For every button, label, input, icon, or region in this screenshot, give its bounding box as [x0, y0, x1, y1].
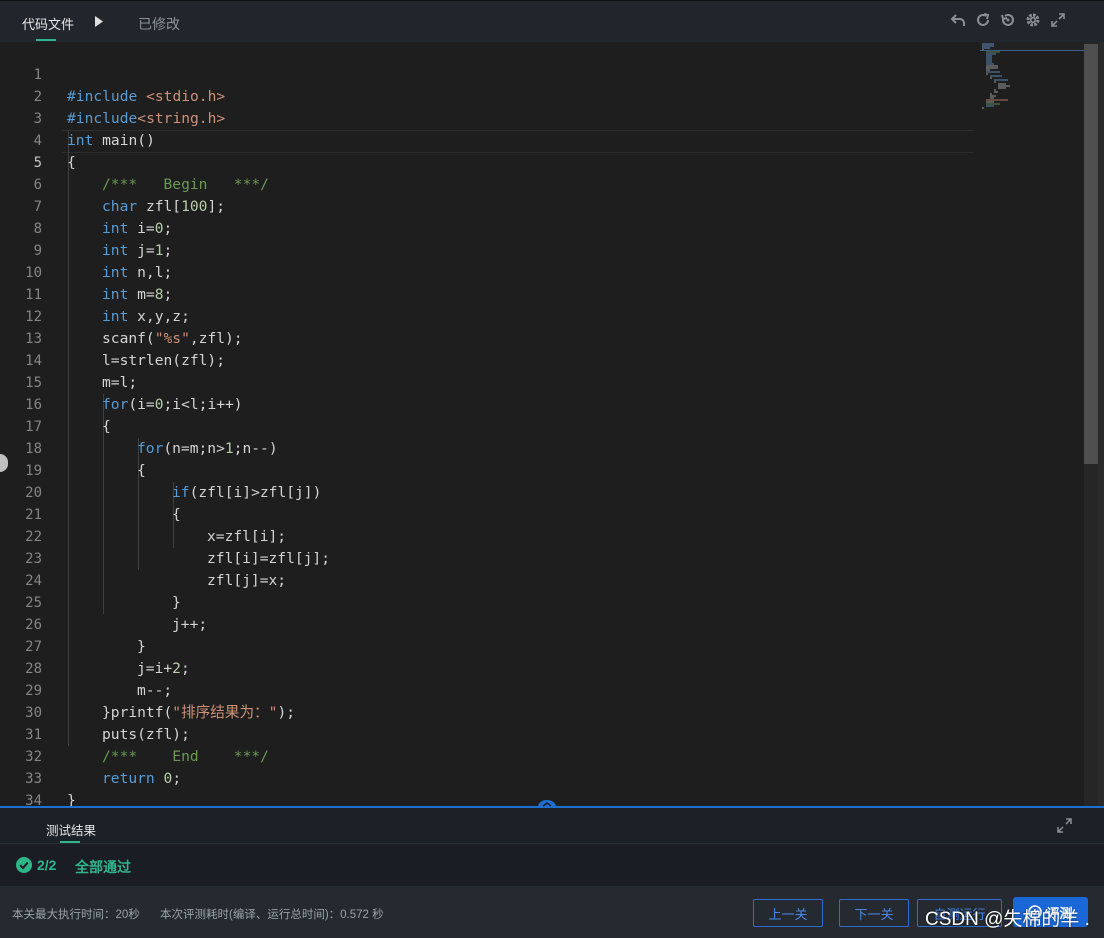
code-line: 4 { [0, 108, 980, 171]
pass-count: 2/2 [37, 857, 57, 873]
pass-status: 全部通过 [75, 859, 131, 875]
code-line: 16 { [0, 372, 980, 435]
code-line: 13 l=strlen(zfl); [0, 306, 980, 369]
max-time-label: 本关最大执行时间：20秒 [12, 909, 140, 921]
fullscreen-icon[interactable] [1050, 12, 1066, 28]
modified-status: 已修改 [138, 16, 180, 32]
undo-icon[interactable] [950, 12, 966, 28]
expand-icon[interactable] [1057, 818, 1072, 833]
code-line: 12 scanf("%s",zfl); [0, 284, 980, 347]
code-line: 10 int m=8; [0, 240, 980, 303]
code-line: 9 int n,l; [0, 218, 980, 281]
code-line: 21 x=zfl[i]; [0, 482, 980, 545]
active-tab-indicator [36, 39, 56, 41]
code-line: 33 } [0, 746, 980, 808]
tab-code-file[interactable]: 代码文件 [22, 14, 74, 33]
code-line: 1 #include <stdio.h> [0, 42, 980, 105]
results-summary: 2/2 全部通过 [0, 844, 1104, 886]
code-line: 11 int x,y,z; [0, 262, 980, 325]
gear-icon[interactable] [1025, 12, 1041, 28]
csdn-watermark: CSDN @失棉的羊 . [925, 909, 1090, 930]
editor-edge [1098, 42, 1104, 808]
code-line: 20 { [0, 460, 980, 523]
code-line: 29 }printf("排序结果为："); [0, 658, 980, 721]
code-line: 19 if(zfl[i]>zfl[j]) [0, 438, 980, 501]
code-line: 7 int i=0; [0, 174, 980, 237]
active-tab-indicator [60, 841, 80, 843]
code-line: 25 j++; [0, 570, 980, 633]
minimap[interactable] [980, 42, 1084, 808]
code-editor[interactable]: 1 #include <stdio.h> 2 #include<string.h… [0, 42, 1104, 808]
code-line: 3 int main() [0, 86, 980, 149]
code-line: 6 char zfl[100]; [0, 152, 980, 215]
code-line: 24 } [0, 548, 980, 611]
editor-tab-bar: 代码文件 已修改 [0, 0, 1104, 42]
code-line: 18 { [0, 416, 980, 479]
code-line: 5 /*** Begin ***/ [0, 130, 980, 193]
minimap-preview [982, 43, 1010, 109]
code-line: 32 return 0; [0, 724, 980, 787]
code-line: 8 int j=1; [0, 196, 980, 259]
code-line: 26 } [0, 592, 980, 655]
restore-icon[interactable] [1000, 12, 1016, 28]
play-icon[interactable] [94, 15, 104, 28]
code-line: 15 for(i=0;i<l;i++) [0, 350, 980, 413]
code-line: 22 zfl[i]=zfl[j]; [0, 504, 980, 567]
code-line: 14 m=l; [0, 328, 980, 391]
code-line: 28 m--; [0, 636, 980, 699]
scrollbar-thumb[interactable] [1084, 44, 1098, 464]
code-line: 23 zfl[j]=x; [0, 526, 980, 589]
next-level-button[interactable]: 下一关 [839, 899, 909, 927]
code-line: 30 puts(zfl); [0, 680, 980, 743]
check-circle-icon [16, 857, 32, 873]
prev-level-button[interactable]: 上一关 [753, 899, 823, 927]
code-line: 34 [0, 768, 980, 808]
refresh-icon[interactable] [975, 12, 991, 28]
code-area[interactable]: 1 #include <stdio.h> 2 #include<string.h… [0, 42, 980, 808]
editor-toolbar [950, 12, 1066, 28]
code-line: 31 /*** End ***/ [0, 702, 980, 765]
code-line: 2 #include<string.h> [0, 64, 980, 127]
code-line: 27 j=i+2; [0, 614, 980, 677]
results-header: 测试结果 [0, 808, 1104, 844]
code-line: 17 for(n=m;n>1;n--) [0, 394, 980, 457]
eval-time-label: 本次评测耗时(编译、运行总时间)：0.572 秒 [160, 909, 384, 921]
tab-test-results[interactable]: 测试结果 [46, 820, 96, 839]
